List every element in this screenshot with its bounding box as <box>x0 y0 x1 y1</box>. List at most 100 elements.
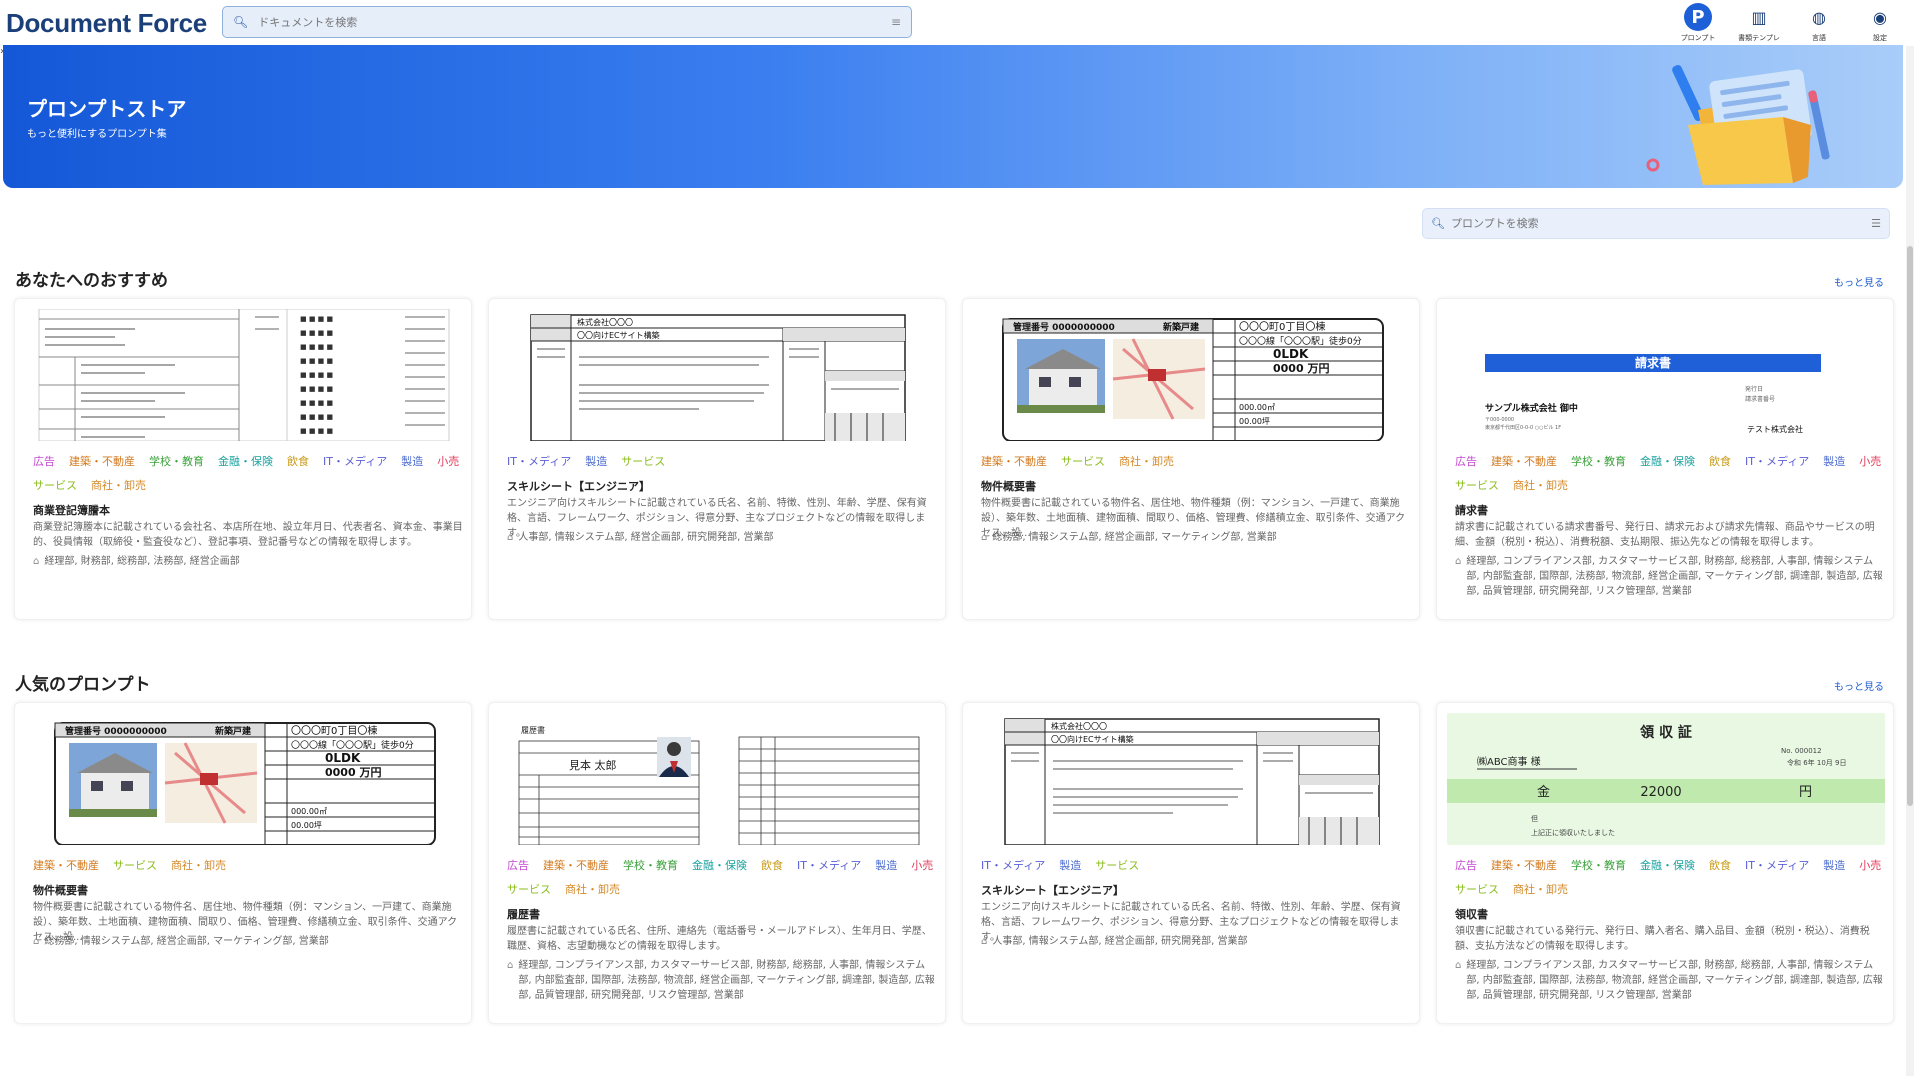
industry-tag[interactable]: IT・メディア <box>797 858 861 873</box>
prompt-card[interactable]: 株式会社〇〇〇 〇〇向けECサイト構築 IT・メディア 製造 サービス スキルシート【… <box>962 702 1420 1024</box>
industry-tag[interactable]: 広告 <box>1455 454 1477 469</box>
industry-tag[interactable]: IT・メディア <box>323 454 387 469</box>
department-list: 経理部, コンプライアンス部, カスタマーサービス部, 財務部, 総務部, 人事… <box>1466 960 1883 1001</box>
skill-sheet-thumbnail: 株式会社〇〇〇 〇〇向けECサイト構築 <box>499 309 937 441</box>
card-thumbnail: 領 収 証 No. 000012 令和 6年 10月 9日 ㈱ABC商事 様 金… <box>1447 713 1885 845</box>
industry-tag[interactable]: 製造 <box>585 454 607 469</box>
receipt-kin: 金 <box>1537 784 1550 800</box>
svg-text:■ ■ ■ ■: ■ ■ ■ ■ <box>300 315 333 323</box>
property-layout: 0LDK <box>325 751 361 765</box>
industry-tag[interactable]: 製造 <box>1823 454 1845 469</box>
industry-tag[interactable]: IT・メディア <box>507 454 571 469</box>
property-type: 新築戸建 <box>1163 321 1200 333</box>
svg-text:■ ■ ■ ■: ■ ■ ■ ■ <box>300 427 333 435</box>
industry-tag[interactable]: 製造 <box>1059 858 1081 873</box>
see-more-link[interactable]: もっと見る <box>1834 274 1884 289</box>
industry-tag[interactable]: 商社・卸売 <box>91 478 146 493</box>
department-list: 経理部, 財務部, 総務部, 法務部, 経営企画部 <box>44 556 240 567</box>
industry-tag[interactable]: サービス <box>33 478 77 493</box>
industry-tag[interactable]: 金融・保険 <box>1640 858 1695 873</box>
search-menu-icon[interactable]: ≡ <box>891 15 901 29</box>
industry-tag[interactable]: 小売 <box>1859 454 1881 469</box>
industry-tag[interactable]: 製造 <box>875 858 897 873</box>
industry-tag[interactable]: IT・メディア <box>1745 858 1809 873</box>
industry-tag[interactable]: サービス <box>113 858 157 873</box>
industry-tag[interactable]: サービス <box>621 454 665 469</box>
industry-tag[interactable]: 学校・教育 <box>1571 858 1626 873</box>
nav-globe[interactable]: ◍ 言語 <box>1789 3 1849 43</box>
industry-tag[interactable]: IT・メディア <box>981 858 1045 873</box>
nav-prompt[interactable]: P プロンプト <box>1668 3 1728 43</box>
industry-tag[interactable]: 学校・教育 <box>149 454 204 469</box>
card-description: 商業登記簿謄本に記載されている会社名、本店所在地、設立年月日、代表者名、資本金、… <box>33 522 463 548</box>
industry-tag[interactable]: 建築・不動産 <box>981 454 1047 469</box>
scrollbar-thumb[interactable] <box>1907 246 1913 806</box>
property-price: 0000 万円 <box>1273 362 1329 375</box>
industry-tag[interactable]: 商社・卸売 <box>171 858 226 873</box>
industry-tag[interactable]: 金融・保険 <box>218 454 273 469</box>
industry-tag[interactable]: 小売 <box>911 858 933 873</box>
svg-text:■ ■ ■ ■: ■ ■ ■ ■ <box>300 385 333 393</box>
nav-template[interactable]: ▥ 書類テンプレ <box>1729 3 1789 43</box>
prompt-card[interactable]: 株式会社〇〇〇 〇〇向けECサイト構築 IT・メディア 製造 サービス スキルシート【… <box>488 298 946 620</box>
prompt-search-input[interactable] <box>1450 217 1872 230</box>
industry-tag[interactable]: 金融・保険 <box>692 858 747 873</box>
app-logo[interactable]: Document Force <box>6 8 207 39</box>
industry-tag[interactable]: IT・メディア <box>1745 454 1809 469</box>
prompt-card[interactable]: 履歴書 見本 太郎 広告 建築・不動産 学校・教育 金融・保険 飲食 IT・メディア 製造小… <box>488 702 946 1024</box>
tag-list: 広告 建築・不動産 学校・教育 金融・保険 飲食 IT・メディア 製造 小売サービス 商社・卸売 <box>1455 858 1885 897</box>
industry-tag[interactable]: 広告 <box>507 858 529 873</box>
industry-tag[interactable]: 飲食 <box>761 858 783 873</box>
industry-tag[interactable]: 商社・卸売 <box>1513 882 1568 897</box>
industry-tag[interactable]: 商社・卸売 <box>1119 454 1174 469</box>
industry-tag[interactable]: 広告 <box>1455 858 1477 873</box>
prompt-card[interactable]: 領 収 証 No. 000012 令和 6年 10月 9日 ㈱ABC商事 様 金… <box>1436 702 1894 1024</box>
industry-tag[interactable]: 商社・卸売 <box>565 882 620 897</box>
industry-tag[interactable]: 建築・不動産 <box>543 858 609 873</box>
industry-tag[interactable]: 製造 <box>1823 858 1845 873</box>
prompt-card[interactable]: 管理番号 0000000000 新築戸建 〇〇〇町0丁目〇棟 〇〇〇線「〇〇〇駅… <box>962 298 1420 620</box>
card-departments: ⌂ 経理部, コンプライアンス部, カスタマーサービス部, 財務部, 総務部, 人… <box>507 958 937 1003</box>
property-id: 管理番号 0000000000 <box>1013 321 1115 333</box>
prompt-search-bar[interactable]: 🔍︎ ☰ <box>1422 208 1890 239</box>
industry-tag[interactable]: 建築・不動産 <box>33 858 99 873</box>
industry-tag[interactable]: 商社・卸売 <box>1513 478 1568 493</box>
industry-tag[interactable]: 学校・教育 <box>1571 454 1626 469</box>
card-thumbnail: 株式会社〇〇〇 〇〇向けECサイト構築 <box>499 309 937 441</box>
prompt-card[interactable]: ■ ■ ■ ■ ■ ■ ■ ■ ■ ■ ■ ■ ■ ■ ■ ■ ■ ■ ■ ■ ■ ■ … <box>14 298 472 620</box>
industry-tag[interactable]: サービス <box>1095 858 1139 873</box>
property-layout: 0LDK <box>1273 347 1309 361</box>
industry-tag[interactable]: 建築・不動産 <box>69 454 135 469</box>
document-search-bar[interactable]: 🔍︎ ≡ <box>222 6 912 38</box>
industry-tag[interactable]: 飲食 <box>287 454 309 469</box>
industry-tag[interactable]: 建築・不動産 <box>1491 454 1557 469</box>
industry-tag[interactable]: 小売 <box>437 454 459 469</box>
tag-icon: ⌂ <box>981 532 988 543</box>
industry-tag[interactable]: 広告 <box>33 454 55 469</box>
industry-tag[interactable]: サービス <box>1061 454 1105 469</box>
svg-text:■ ■ ■ ■: ■ ■ ■ ■ <box>300 371 333 379</box>
industry-tag[interactable]: 金融・保険 <box>1640 454 1695 469</box>
industry-tag[interactable]: サービス <box>1455 882 1499 897</box>
tag-icon: ⌂ <box>981 936 988 947</box>
property-price: 0000 万円 <box>325 766 381 779</box>
industry-tag[interactable]: 小売 <box>1859 858 1881 873</box>
industry-tag[interactable]: 学校・教育 <box>623 858 678 873</box>
prompt-card[interactable]: 管理番号 0000000000 新築戸建 〇〇〇町0丁目〇棟 〇〇〇線「〇〇〇駅… <box>14 702 472 1024</box>
industry-tag[interactable]: 飲食 <box>1709 454 1731 469</box>
industry-tag[interactable]: サービス <box>507 882 551 897</box>
prompt-card[interactable]: 請求書 発行日 請求書番号 サンプル株式会社 御中 〒000-0000 東京都千… <box>1436 298 1894 620</box>
tag-list: 広告 建築・不動産 学校・教育 金融・保険 飲食 IT・メディア 製造 小売サービス 商社・卸売 <box>33 454 463 493</box>
nav-user-settings[interactable]: ◉ 設定 <box>1850 3 1910 43</box>
industry-tag[interactable]: 建築・不動産 <box>1491 858 1557 873</box>
document-search-input[interactable] <box>258 15 891 29</box>
industry-tag[interactable]: 製造 <box>401 454 423 469</box>
page-scrollbar[interactable] <box>1906 46 1914 1076</box>
filter-icon[interactable]: ☰ <box>1871 217 1881 230</box>
see-more-link[interactable]: もっと見る <box>1834 678 1884 693</box>
skill-project: 〇〇向けECサイト構築 <box>577 330 660 340</box>
industry-tag[interactable]: サービス <box>1455 478 1499 493</box>
invoice-issuer: テスト株式会社 <box>1747 424 1803 434</box>
tag-icon: ⌂ <box>33 556 40 567</box>
industry-tag[interactable]: 飲食 <box>1709 858 1731 873</box>
